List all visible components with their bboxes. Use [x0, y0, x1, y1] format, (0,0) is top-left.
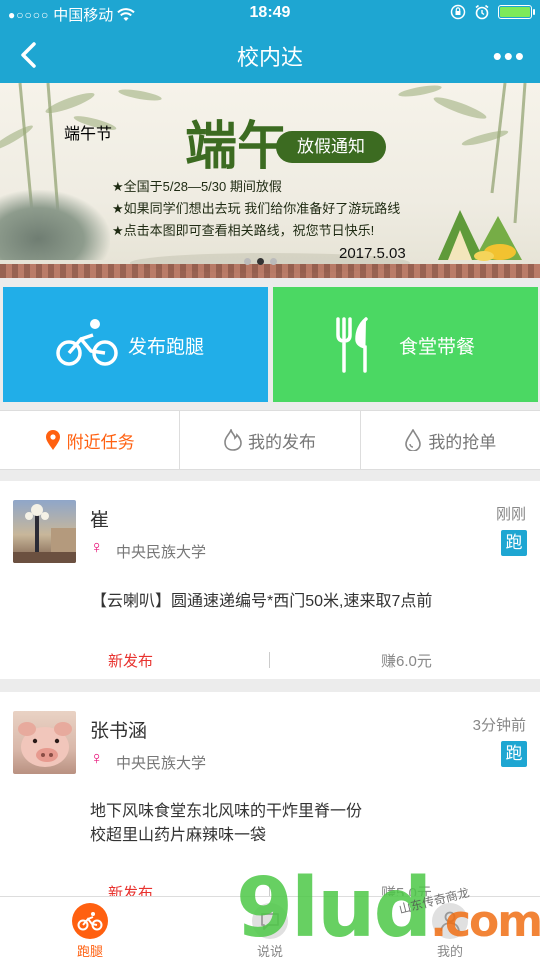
school-name: 中央民族大学: [116, 755, 207, 772]
orientation-lock-icon: [450, 4, 466, 20]
user-name: 张书涵: [90, 721, 148, 742]
task-desc-line: 地下风味食堂东北风味的干炸里脊一份: [90, 803, 363, 820]
errand-badge: 跑: [501, 741, 527, 767]
task-desc-line: 【云喇叭】圆通速递编号*西门50米,速来取7点前: [91, 593, 433, 610]
more-menu-button[interactable]: •••: [493, 43, 526, 69]
avatar-pig-image: [18, 722, 72, 767]
fork-knife-icon: [336, 317, 368, 373]
flame-icon: [224, 429, 242, 451]
task-description: 【云喇叭】圆通速递编号*西门50米,速来取7点前: [0, 590, 540, 614]
pager-dot[interactable]: [244, 258, 251, 265]
task-card[interactable]: 崔 ♀ 中央民族大学 刚刚 跑 【云喇叭】圆通速递编号*西门50米,速来取7点前…: [0, 481, 540, 679]
banner-lines: ★全国于5/28—5/30 期间放假 ★如果同学们想出去玩 我们给你准备好了游玩…: [112, 176, 400, 242]
location-pin-icon: [45, 430, 60, 450]
publish-errand-label: 发布跑腿: [128, 337, 205, 358]
task-tabs: 附近任务 我的发布 我的抢单: [0, 410, 540, 470]
school-name: 中央民族大学: [116, 544, 207, 561]
earn-amount: 赚6.0元: [381, 653, 432, 670]
nav-bar: 校内达 •••: [0, 28, 540, 83]
pager-dot-active[interactable]: [257, 258, 264, 265]
new-post-status: 新发布: [108, 653, 154, 670]
post-time: 3分钟前: [472, 717, 526, 734]
banner-line: ★全国于5/28—5/30 期间放假: [112, 179, 282, 194]
tab-my-grabs[interactable]: 我的抢单: [361, 411, 540, 469]
task-desc-line: 校超里山药片麻辣味一袋: [90, 827, 267, 844]
banner-line: ★点击本图即可查看相关路线，祝您节日快乐!: [112, 223, 375, 238]
publish-errand-button[interactable]: 发布跑腿: [3, 287, 268, 402]
bottom-tab-label: 跑腿: [76, 944, 103, 959]
banner-line: ★如果同学们想出去玩 我们给你准备好了游玩路线: [112, 201, 401, 216]
footer-divider: [269, 652, 270, 668]
zongzi-illustration: [438, 210, 522, 261]
site-watermark: 9lud.com: [236, 868, 540, 950]
banner-pager[interactable]: [244, 258, 277, 265]
avatar[interactable]: [13, 500, 76, 563]
water-drop-icon: [405, 429, 422, 451]
bicycle-icon: [56, 319, 118, 366]
battery-icon: [498, 5, 535, 19]
canteen-delivery-label: 食堂带餐: [399, 337, 476, 358]
post-time: 刚刚: [495, 506, 526, 523]
banner-title: 端午: [185, 116, 290, 177]
alarm-icon: [475, 4, 489, 20]
female-icon: ♀: [90, 537, 104, 557]
user-name: 崔: [90, 510, 110, 531]
task-description: 地下风味食堂东北风味的干炸里脊一份 校超里山药片麻辣味一袋: [0, 800, 540, 848]
banner-seal: 端午节: [64, 126, 113, 143]
female-icon: ♀: [90, 748, 104, 768]
banner-date: 2017.5.03: [339, 245, 406, 262]
tab-my-posts[interactable]: 我的发布: [180, 411, 361, 469]
bicycle-icon: [72, 903, 108, 939]
banner-subtitle: 放假通知: [276, 131, 386, 163]
mountain-decoration: [0, 190, 110, 260]
avatar-lamp-image: [13, 504, 76, 563]
page-title: 校内达: [236, 45, 303, 70]
banner-border: [0, 264, 540, 278]
pager-dot[interactable]: [270, 258, 277, 265]
tab-nearby-tasks[interactable]: 附近任务: [0, 411, 181, 469]
status-bar: ●○○○○ 中国移动 18:49: [0, 0, 540, 28]
tab-label: 附近任务: [66, 432, 135, 452]
avatar[interactable]: [13, 711, 76, 774]
status-right: [450, 4, 535, 20]
tab-label: 我的发布: [247, 432, 316, 452]
bottom-tab-errand[interactable]: 跑腿: [45, 903, 135, 960]
canteen-delivery-button[interactable]: 食堂带餐: [273, 287, 538, 402]
errand-badge: 跑: [501, 530, 527, 556]
tab-label: 我的抢单: [428, 432, 497, 452]
